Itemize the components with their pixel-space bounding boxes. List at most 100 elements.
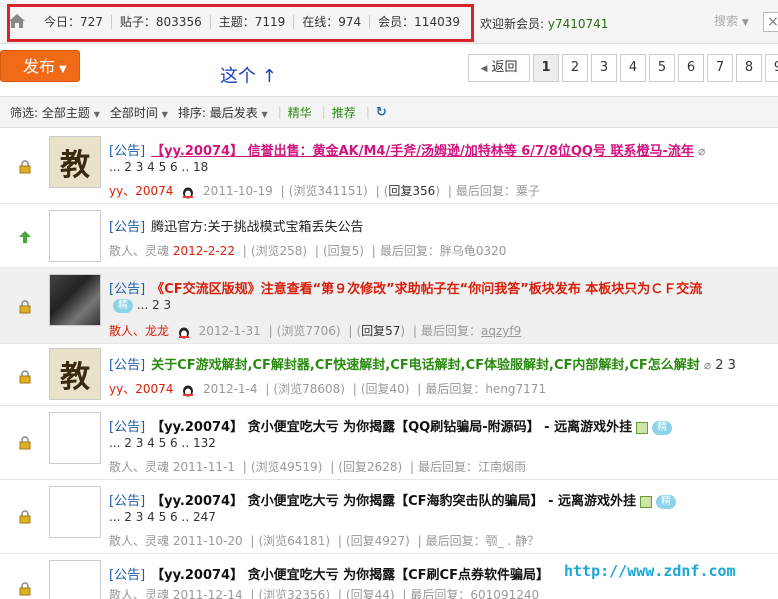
image-icon [636, 421, 649, 434]
thread-replies: 回复2628 [342, 460, 398, 474]
thread-pages[interactable]: ... 2 3 [137, 298, 171, 312]
chevron-down-icon: ▼ [93, 109, 100, 119]
thread-views: 浏览7706 [281, 324, 336, 338]
thread-author[interactable]: yy、20074 [109, 184, 173, 198]
announcement-tag[interactable]: [公告] [109, 420, 145, 435]
thread-author[interactable]: 散人、灵魂 [109, 534, 169, 548]
chevron-left-icon: ◀ [480, 64, 488, 74]
chevron-down-icon: ▼ [161, 109, 168, 119]
avatar[interactable]: 教 [49, 136, 101, 188]
qq-penguin-icon [181, 185, 195, 199]
publish-button[interactable]: 发布 ▼ [0, 50, 80, 82]
home-icon[interactable] [6, 10, 28, 32]
avatar[interactable] [49, 486, 101, 538]
thread-last-reply: 最后回复：胖乌龟0320 [379, 244, 507, 258]
thread-last-reply: 最后回复：江南烟雨 [418, 460, 527, 474]
qq-penguin-icon [181, 383, 195, 397]
thread-title[interactable]: 《CF交流区版规》注意查看“第９次修改”求助帖子在“你问我答”板块发布 本板块只… [151, 282, 702, 297]
announcement-tag[interactable]: [公告] [109, 358, 145, 373]
page-7[interactable]: 7 [707, 54, 733, 82]
thread-views: 浏览258 [255, 244, 303, 258]
page-3[interactable]: 3 [591, 54, 617, 82]
thread-list: 教 [公告] 【yy.20074】 信誉出售：黄金AK/M4/手斧/汤姆逊/加特林… [0, 130, 778, 599]
qq-penguin-icon [177, 325, 191, 339]
filter-recommend[interactable]: 推荐 [332, 104, 356, 121]
thread-replies: 回复356 [388, 184, 436, 198]
thread-pages[interactable]: ... 2 3 4 5 6 .. 247 [109, 510, 216, 524]
page-6[interactable]: 6 [678, 54, 704, 82]
filter-sort[interactable]: 排序: 最后发表 ▼ [178, 104, 268, 121]
thread-title[interactable]: 腾迅官方:关于挑战模式宝箱丢失公告 [151, 220, 363, 235]
avatar[interactable] [49, 274, 101, 326]
avatar[interactable] [49, 560, 101, 599]
thread-replies: 回复40 [365, 382, 405, 396]
table-row: [公告] 【yy.20074】 贪小便宜吃大亏 为你揭露【CF海豹突击队的骗局】 … [0, 480, 778, 554]
thread-title[interactable]: 【yy.20074】 信誉出售：黄金AK/M4/手斧/汤姆逊/加特林等 6/7/… [151, 144, 694, 159]
search-dropdown[interactable]: 搜索 ▼ [706, 8, 764, 34]
chevron-down-icon: ▼ [261, 109, 268, 119]
filter-bar: 筛选: 全部主题 ▼ 全部时间 ▼ 排序: 最后发表 ▼ | 精华 | 推荐 |… [0, 96, 778, 128]
filter-time[interactable]: 全部时间 ▼ [110, 104, 168, 121]
thread-views: 浏览341151 [293, 184, 364, 198]
chevron-down-icon: ▼ [741, 18, 749, 28]
thread-author[interactable]: 散人、灵魂 [109, 460, 169, 474]
thread-date: 2011-10-19 [203, 184, 273, 198]
stat-members: 会员：114039 [378, 15, 460, 29]
forum-stats: 今日：727 贴子：803356 主题：7119 在线：974 会员：11403… [36, 8, 468, 36]
stat-online: 在线：974 [294, 15, 371, 29]
thread-date: 2011-10-20 [172, 534, 243, 548]
lock-icon [18, 300, 32, 314]
announcement-tag[interactable]: [公告] [109, 282, 145, 297]
filter-digest[interactable]: 精华 [288, 104, 312, 121]
thread-views: 浏览64181 [263, 534, 326, 548]
page-4[interactable]: 4 [620, 54, 646, 82]
thread-pages[interactable]: 2 3 [715, 358, 736, 373]
digest-badge: 精 [113, 298, 133, 313]
last-reply-user[interactable]: aqzyf9 [481, 324, 521, 338]
thread-last-reply: 最后回复：粟子 [455, 184, 540, 198]
lock-icon [18, 510, 32, 524]
page-1[interactable]: 1 [533, 54, 559, 82]
thread-title[interactable]: 【yy.20074】 贪小便宜吃大亏 为你揭露【CF刷CF点券软件骗局】 [151, 568, 549, 583]
welcome-text: 欢迎新会员: y7410741 [480, 17, 609, 31]
thread-replies: 回复4927 [350, 534, 406, 548]
announcement-tag[interactable]: [公告] [109, 568, 145, 583]
announcement-tag[interactable]: [公告] [109, 494, 145, 509]
pagination: ◀ 返回 1 2 3 4 5 6 7 8 9 [468, 54, 778, 82]
lock-icon [18, 160, 32, 174]
thread-title[interactable]: 【yy.20074】 贪小便宜吃大亏 为你揭露【QQ刷钻骗局-附源码】 - 远离… [151, 420, 632, 435]
back-button[interactable]: ◀ 返回 [468, 54, 530, 82]
thread-date: 2011-11-1 [172, 460, 235, 474]
close-icon[interactable]: × [763, 12, 778, 32]
thread-pages[interactable]: ... 2 3 4 5 6 .. 18 [109, 160, 208, 174]
thread-author[interactable]: 散人、灵魂 [109, 588, 169, 599]
announcement-tag[interactable]: [公告] [109, 220, 145, 235]
digest-badge: 精 [656, 494, 676, 509]
refresh-icon[interactable]: ↻ [376, 105, 387, 120]
avatar[interactable] [49, 210, 101, 262]
thread-views: 浏览49519 [255, 460, 318, 474]
avatar[interactable]: 教 [49, 348, 101, 400]
pin-up-icon [18, 230, 32, 244]
avatar[interactable] [49, 412, 101, 464]
thread-author[interactable]: 散人、灵魂 [109, 244, 169, 258]
thread-author[interactable]: 散人、龙龙 [109, 324, 169, 338]
thread-title[interactable]: 【yy.20074】 贪小便宜吃大亏 为你揭露【CF海豹突击队的骗局】 - 远离… [151, 494, 636, 509]
new-member-link[interactable]: y7410741 [548, 17, 609, 31]
thread-title[interactable]: 关于CF游戏解封,CF解封器,CF快速解封,CF电话解封,CF体验服解封,CF内… [151, 358, 700, 373]
chevron-down-icon: ▼ [59, 64, 67, 75]
page-2[interactable]: 2 [562, 54, 588, 82]
attachment-icon: ⌀ [703, 358, 712, 372]
thread-replies: 回复5 [327, 244, 360, 258]
page-8[interactable]: 8 [736, 54, 762, 82]
thread-replies: 回复44 [350, 588, 390, 599]
table-row: 教 [公告] 关于CF游戏解封,CF解封器,CF快速解封,CF电话解封,CF体验服… [0, 344, 778, 406]
attachment-icon: ⌀ [698, 144, 706, 158]
announcement-tag[interactable]: [公告] [109, 144, 145, 159]
thread-pages[interactable]: ... 2 3 4 5 6 .. 132 [109, 436, 216, 450]
thread-author[interactable]: yy、20074 [109, 382, 173, 396]
table-row: [公告] 【yy.20074】 贪小便宜吃大亏 为你揭露【QQ刷钻骗局-附源码】 … [0, 406, 778, 480]
page-5[interactable]: 5 [649, 54, 675, 82]
page-9[interactable]: 9 [765, 54, 778, 82]
filter-topic[interactable]: 筛选: 全部主题 ▼ [10, 104, 100, 121]
